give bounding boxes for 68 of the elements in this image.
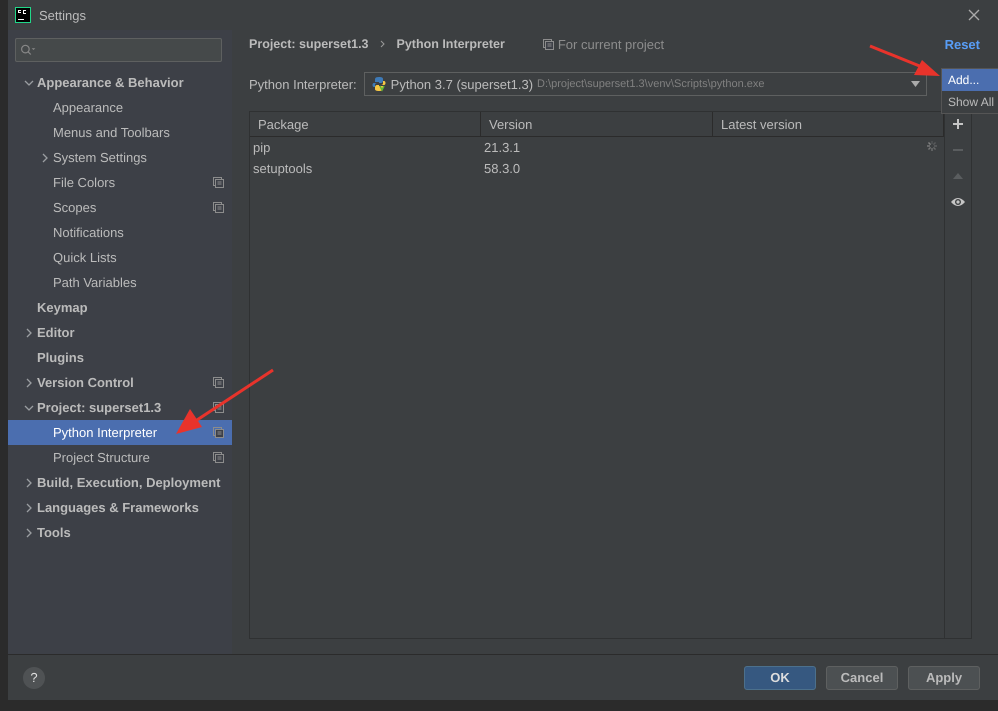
python-icon xyxy=(370,76,387,92)
tree-item[interactable]: Project Structure xyxy=(8,445,232,470)
tree-item[interactable]: Quick Lists xyxy=(8,245,232,270)
tree-label: Quick Lists xyxy=(53,250,117,265)
tree-item[interactable]: Path Variables xyxy=(8,270,232,295)
tree-label: Menus and Toolbars xyxy=(53,125,170,140)
table-cell-text: setuptools xyxy=(252,160,314,178)
breadcrumb-item: Python Interpreter xyxy=(396,37,505,51)
copy-icon xyxy=(542,38,554,50)
table-cell-text: pip xyxy=(252,139,272,157)
help-button[interactable]: ? xyxy=(23,666,45,688)
tree-item[interactable]: Plugins xyxy=(8,345,232,370)
tree-label: Plugins xyxy=(37,350,84,365)
interpreter-name: Python 3.7 (superset1.3) xyxy=(390,76,534,92)
menu-item[interactable]: Show All xyxy=(942,91,998,113)
tree-item[interactable]: Appearance & Behavior xyxy=(8,70,232,95)
tree-item[interactable]: System Settings xyxy=(8,145,232,170)
plus-icon[interactable] xyxy=(950,116,966,132)
tree-label: Editor xyxy=(37,325,75,340)
search-field[interactable] xyxy=(15,38,222,62)
column-header[interactable]: Version xyxy=(481,112,713,136)
dropdown-arrow-icon xyxy=(911,81,920,87)
tree-item[interactable]: Notifications xyxy=(8,220,232,245)
tree-label: Project: superset1.3 xyxy=(37,400,162,415)
tree-label: System Settings xyxy=(53,150,147,165)
tree-item[interactable]: Languages & Frameworks xyxy=(8,495,232,520)
table-cell-text: 21.3.1 xyxy=(483,139,522,157)
tree-label: File Colors xyxy=(53,175,116,190)
tree-label: Path Variables xyxy=(53,275,137,290)
tree-item[interactable]: Scopes xyxy=(8,195,232,220)
annotation-arrow xyxy=(869,44,940,76)
tree-item[interactable]: Version Control xyxy=(8,370,232,395)
tree-label: Notifications xyxy=(53,225,124,240)
tree-label: Languages & Frameworks xyxy=(37,500,199,515)
tree-label: Scopes xyxy=(53,200,96,215)
tree-label: Tools xyxy=(37,525,71,540)
app-logo-icon xyxy=(15,7,31,23)
dialog-button[interactable]: Cancel xyxy=(826,666,898,690)
breadcrumb-item: Project: superset1.3 xyxy=(249,37,368,51)
tree-label: Build, Execution, Deployment xyxy=(37,475,220,490)
interpreter-dropdown[interactable]: Python 3.7 (superset1.3) D:\project\superset1.3\venv\Scripts\python.exe xyxy=(364,72,927,96)
tree-label: Python Interpreter xyxy=(53,425,158,440)
scope-note: For current project xyxy=(558,36,664,52)
dialog-button[interactable]: Apply xyxy=(908,666,980,690)
tree-label: Project Structure xyxy=(53,450,150,465)
tree-item[interactable]: Editor xyxy=(8,320,232,345)
interpreter-path: D:\project\superset1.3\venv\Scripts\python.exe xyxy=(537,78,764,90)
tree-item[interactable]: Menus and Toolbars xyxy=(8,120,232,145)
tree-item[interactable]: Appearance xyxy=(8,95,232,120)
tree-label: Appearance & Behavior xyxy=(37,75,184,90)
search-icon xyxy=(20,43,36,57)
tree-item[interactable]: Tools xyxy=(8,520,232,545)
reset-link[interactable]: Reset xyxy=(944,36,980,52)
chevron-right-icon xyxy=(378,40,386,48)
tree-item[interactable]: Keymap xyxy=(8,295,232,320)
tree-item[interactable]: Python Interpreter xyxy=(8,420,232,445)
menu-item[interactable]: Add... xyxy=(942,69,998,91)
table-cell-text: 58.3.0 xyxy=(483,160,522,178)
window-title: Settings xyxy=(39,8,86,22)
tree-item[interactable]: Build, Execution, Deployment xyxy=(8,470,232,495)
tree-label: Appearance xyxy=(53,100,124,115)
dialog-button[interactable]: OK xyxy=(744,666,816,690)
tree-label: Keymap xyxy=(37,300,88,315)
column-header[interactable]: Package xyxy=(250,112,481,136)
tree-item[interactable]: File Colors xyxy=(8,170,232,195)
close-icon[interactable] xyxy=(968,9,980,21)
field-label: Python Interpreter: xyxy=(249,76,357,92)
tree-label: Version Control xyxy=(37,375,134,390)
